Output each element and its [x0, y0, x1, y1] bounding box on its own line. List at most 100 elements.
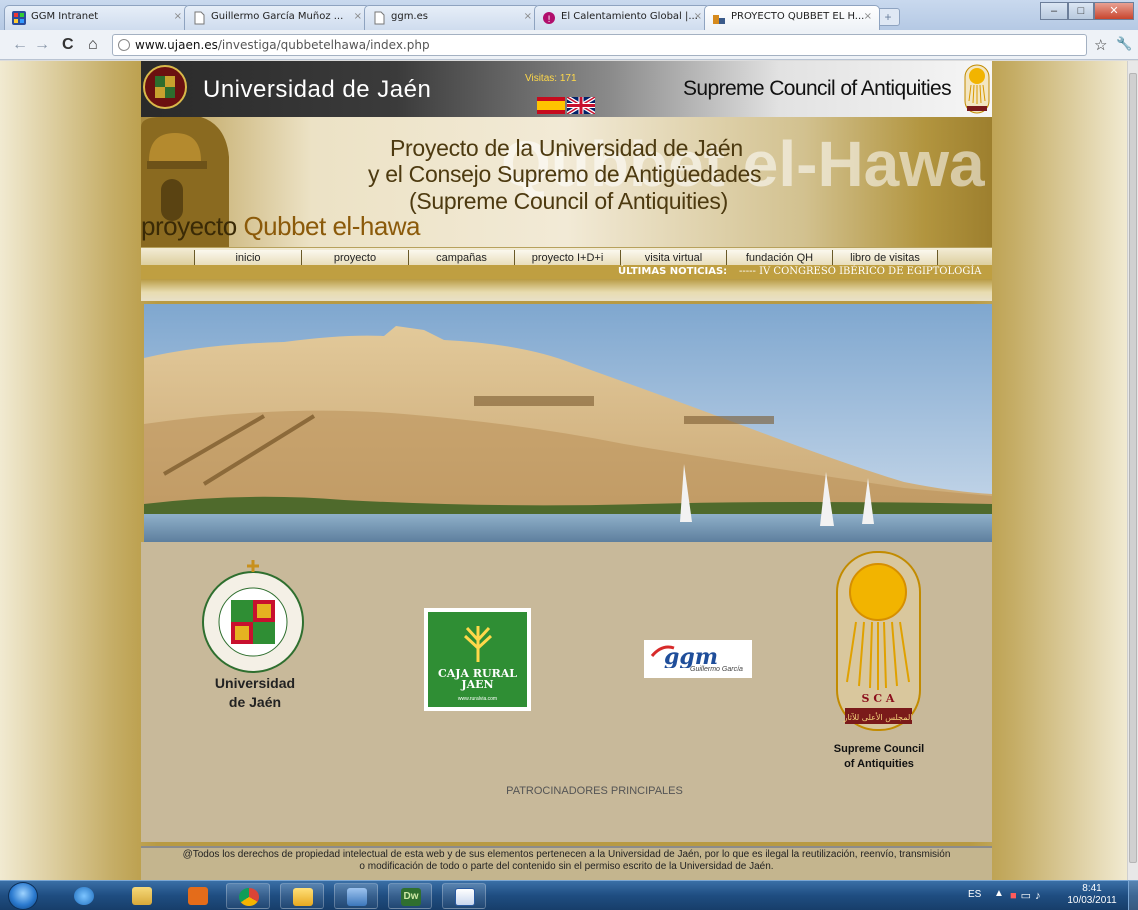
university-name: Universidad de Jaén [203, 76, 432, 103]
spanish-flag-icon[interactable] [537, 97, 565, 114]
project-banner: Qubbet el-Hawa Proyecto de la Universida… [141, 117, 992, 247]
taskbar-ie[interactable] [62, 883, 106, 909]
news-ticker: ÚLTIMAS NOTICIAS: ----- IV CONGRESO IBÉR… [141, 265, 992, 279]
tab-title: GGM Intranet [31, 11, 99, 22]
sca-emblem-icon[interactable]: S C A المجلس الأعلى للآثار [831, 550, 926, 732]
ggm-mark: ggm [664, 644, 718, 668]
sponsors-section: Universidad de Jaén CAJA RURAL JAEN www.… [141, 542, 992, 842]
tab-title: Guillermo García Muñoz ... [211, 11, 344, 22]
url-path: /investiga/qubbetelhawa/index.php [217, 38, 430, 52]
ggm-wordmark: ggm [650, 644, 718, 668]
project-logo-text: proyecto Qubbet el-hawa [141, 211, 421, 242]
sca-caption-line-1: Supreme Council [833, 743, 925, 755]
uk-flag-icon[interactable] [567, 97, 595, 114]
taskbar-chrome[interactable] [226, 883, 270, 909]
page-content: Universidad de Jaén Visitas: 171 Supreme… [141, 61, 992, 880]
flag-tray-icon[interactable]: ■ [1010, 890, 1021, 902]
word-document-icon [455, 888, 475, 906]
menu-item-visita-virtual[interactable]: visita virtual [620, 250, 726, 266]
menu-item-campanas[interactable]: campañas [408, 250, 514, 266]
home-button[interactable]: ⌂ [88, 36, 98, 54]
universidad-jaen-crest-icon[interactable] [191, 560, 315, 674]
page-viewport: Universidad de Jaén Visitas: 171 Supreme… [0, 61, 1127, 880]
globe-icon [118, 39, 130, 51]
url-host: www.ujaen.es [135, 38, 218, 52]
wheat-icon [463, 626, 493, 662]
tab-ggm-intranet[interactable]: GGM Intranet × [4, 5, 190, 30]
menu-item-proyecto[interactable]: proyecto [301, 250, 408, 266]
start-button[interactable] [8, 882, 38, 910]
tab-close-icon[interactable]: × [694, 11, 702, 22]
tab-proyecto-qubbet[interactable]: PROYECTO QUBBET EL H... × [704, 5, 880, 30]
divider [141, 279, 992, 301]
volume-icon[interactable]: ♪ [1035, 890, 1045, 902]
tab-ggm-es[interactable]: ggm.es × [364, 5, 540, 30]
reload-button[interactable]: C [62, 36, 74, 54]
clock-time: 8:41 [1082, 883, 1102, 894]
tray-expand-icon[interactable]: ▲ [994, 888, 1004, 899]
page-icon [194, 11, 205, 25]
tab-close-icon[interactable]: × [524, 11, 532, 22]
back-button[interactable]: ← [12, 36, 28, 54]
tray-icons[interactable]: ■▭♪ [1010, 889, 1045, 902]
minimize-button[interactable]: – [1040, 2, 1068, 20]
network-icon [347, 888, 367, 906]
mail-icon [293, 888, 313, 906]
dreamweaver-icon: Dw [401, 888, 421, 906]
footer-line-2: o modificación de todo o parte del conte… [359, 861, 774, 872]
chrome-icon [239, 888, 259, 906]
universidad-jaen-caption: Universidad de Jaén [201, 674, 309, 712]
ggm-logo[interactable]: ggm Guillermo García [644, 640, 752, 678]
banner-line-2: y el Consejo Supremo de Antigüedades [368, 161, 762, 187]
taskbar-dreamweaver[interactable]: Dw [388, 883, 432, 909]
tab-close-icon[interactable]: × [174, 11, 182, 22]
sca-arabic-text: المجلس الأعلى للآثار [843, 712, 913, 722]
uja-caption-line-2: de Jaén [228, 694, 282, 710]
tab-title: ggm.es [391, 11, 428, 22]
page-icon [374, 11, 385, 25]
site-top-strip: Universidad de Jaén Visitas: 171 Supreme… [141, 61, 992, 117]
ggm-subtitle: Guillermo García [690, 666, 743, 673]
menu-item-proyecto-idi[interactable]: proyecto I+D+i [514, 250, 620, 266]
language-indicator[interactable]: ES [968, 889, 981, 900]
tab-calentamiento[interactable]: ! El Calentamiento Global |... × [534, 5, 710, 30]
taskbar-word[interactable] [442, 883, 486, 909]
caja-rural-logo[interactable]: CAJA RURAL JAEN www.ruralvia.com [424, 608, 531, 711]
address-bar[interactable]: www.ujaen.es/investiga/qubbetelhawa/inde… [112, 34, 1087, 56]
folder-icon [132, 887, 152, 905]
bookmark-star-icon[interactable]: ☆ [1094, 36, 1107, 54]
menu-item-libro-visitas[interactable]: libro de visitas [832, 250, 938, 266]
browser-toolbar: ← → C ⌂ www.ujaen.es/investiga/qubbetelh… [0, 30, 1138, 60]
taskbar-explorer[interactable] [120, 883, 164, 909]
wrench-icon[interactable]: 🔧 [1116, 36, 1132, 52]
show-desktop-button[interactable] [1128, 881, 1138, 910]
svg-text:!: ! [547, 15, 551, 25]
news-item[interactable]: ----- IV CONGRESO IBÉRICO DE EGIPTOLOGÍA [739, 266, 982, 277]
scrollbar-thumb[interactable] [1129, 73, 1137, 863]
vertical-scrollbar[interactable] [1127, 61, 1138, 880]
project-logo-prefix: proyecto [141, 211, 244, 241]
taskbar-outlook[interactable] [280, 883, 324, 909]
media-player-icon [188, 887, 208, 905]
windows-taskbar: Dw ES ▲ ■▭♪ 8:41 10/03/2011 [0, 880, 1138, 910]
banner-line-3: (Supreme Council of Antiquities) [409, 188, 728, 214]
taskbar-media[interactable] [176, 883, 220, 909]
warning-favicon-icon: ! [543, 12, 555, 25]
forward-button[interactable]: → [34, 36, 50, 54]
tab-title: El Calentamiento Global |... [561, 11, 698, 22]
menu-item-fundacion[interactable]: fundación QH [726, 250, 832, 266]
maximize-button[interactable]: □ [1068, 2, 1094, 20]
tab-title: PROYECTO QUBBET EL H... [731, 11, 865, 22]
sca-small-logo-icon [964, 64, 990, 114]
close-window-button[interactable]: ✕ [1094, 2, 1134, 20]
project-logo-name: Qubbet el-hawa [243, 211, 421, 241]
tab-close-icon[interactable]: × [864, 11, 872, 22]
network-tray-icon[interactable]: ▭ [1021, 890, 1035, 902]
tab-close-icon[interactable]: × [354, 11, 362, 22]
browser-tab-strip: GGM Intranet × Guillermo García Muñoz ..… [0, 0, 1138, 30]
tab-guillermo[interactable]: Guillermo García Muñoz ... × [184, 5, 370, 30]
caja-rural-name: CAJA RURAL JAEN [428, 668, 527, 690]
taskbar-network[interactable] [334, 883, 378, 909]
system-clock[interactable]: 8:41 10/03/2011 [1066, 883, 1118, 907]
menu-item-inicio[interactable]: inicio [194, 250, 301, 266]
